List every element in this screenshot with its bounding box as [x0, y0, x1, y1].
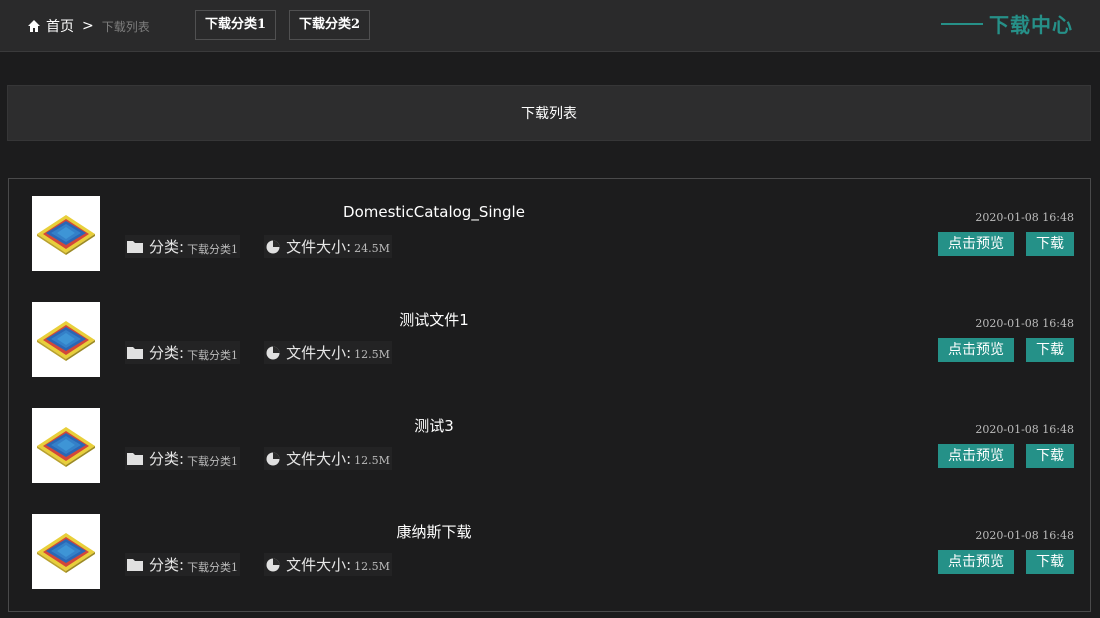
catalog-cover-icon — [37, 426, 95, 467]
category-label: 分类: — [149, 344, 185, 362]
brand-text: 下载中心 — [989, 13, 1073, 37]
file-meta: 分类: 下载分类1 文件大小: 12.5M — [125, 553, 392, 576]
file-meta: 分类: 下载分类1 文件大小: 12.5M — [125, 447, 392, 470]
category-value: 下载分类1 — [187, 560, 239, 574]
download-button[interactable]: 下载 — [1026, 338, 1074, 362]
file-name[interactable]: 测试文件1 — [229, 309, 639, 330]
category-info: 分类: 下载分类1 — [125, 341, 241, 364]
preview-button[interactable]: 点击预览 — [938, 444, 1014, 468]
list-item: 测试文件1 分类: 下载分类1 文件大小: 12.5M 2020-01-08 1… — [9, 285, 1090, 391]
upload-date: 2020-01-08 16:48 — [975, 211, 1074, 224]
size-value: 12.5M — [354, 348, 390, 361]
preview-button[interactable]: 点击预览 — [938, 232, 1014, 256]
download-button[interactable]: 下载 — [1026, 550, 1074, 574]
size-value: 12.5M — [354, 454, 390, 467]
size-info: 文件大小: 24.5M — [264, 235, 392, 258]
list-item: DomesticCatalog_Single 分类: 下载分类1 文件大小: 2… — [9, 179, 1090, 285]
category-label: 分类: — [149, 238, 185, 256]
download-list: DomesticCatalog_Single 分类: 下载分类1 文件大小: 2… — [8, 178, 1091, 612]
list-item: 测试3 分类: 下载分类1 文件大小: 12.5M 2020-01-08 16:… — [9, 391, 1090, 497]
brand-title: 下载中心 — [941, 9, 1073, 38]
section-title: 下载列表 — [7, 85, 1091, 141]
pie-chart-icon — [266, 240, 280, 253]
preview-button[interactable]: 点击预览 — [938, 338, 1014, 362]
size-info: 文件大小: 12.5M — [264, 553, 392, 576]
category-tab-1[interactable]: 下载分类1 — [195, 10, 277, 40]
size-info: 文件大小: 12.5M — [264, 447, 392, 470]
category-info: 分类: 下载分类1 — [125, 235, 241, 258]
pie-chart-icon — [266, 558, 280, 571]
action-buttons: 点击预览 下载 — [938, 444, 1074, 468]
file-thumbnail[interactable] — [32, 196, 100, 271]
catalog-cover-icon — [37, 214, 95, 255]
file-thumbnail[interactable] — [32, 408, 100, 483]
folder-icon — [127, 453, 143, 465]
size-value: 12.5M — [354, 560, 390, 573]
pie-chart-icon — [266, 452, 280, 465]
breadcrumb-home-link[interactable]: 首页 — [46, 16, 74, 36]
catalog-cover-icon — [37, 532, 95, 573]
breadcrumb-current: 下载列表 — [101, 19, 150, 34]
category-label: 分类: — [149, 556, 185, 574]
folder-icon — [127, 347, 143, 359]
size-label: 文件大小: — [286, 344, 352, 362]
size-label: 文件大小: — [286, 238, 352, 256]
file-meta: 分类: 下载分类1 文件大小: 24.5M — [125, 235, 392, 258]
category-value: 下载分类1 — [187, 242, 239, 256]
upload-date: 2020-01-08 16:48 — [975, 529, 1074, 542]
category-info: 分类: 下载分类1 — [125, 553, 241, 576]
size-info: 文件大小: 12.5M — [264, 341, 392, 364]
top-bar: 首页 > 下载列表 下载分类1 下载分类2 下载中心 — [0, 0, 1100, 52]
category-tab-2[interactable]: 下载分类2 — [289, 10, 371, 40]
preview-button[interactable]: 点击预览 — [938, 550, 1014, 574]
catalog-cover-icon — [37, 320, 95, 361]
breadcrumb-separator: > — [82, 18, 94, 34]
download-button[interactable]: 下载 — [1026, 444, 1074, 468]
brand-dash — [941, 22, 983, 25]
file-name[interactable]: 康纳斯下载 — [229, 521, 639, 542]
action-buttons: 点击预览 下载 — [938, 232, 1074, 256]
folder-icon — [127, 241, 143, 253]
size-label: 文件大小: — [286, 556, 352, 574]
upload-date: 2020-01-08 16:48 — [975, 423, 1074, 436]
category-value: 下载分类1 — [187, 454, 239, 468]
file-thumbnail[interactable] — [32, 302, 100, 377]
category-label: 分类: — [149, 450, 185, 468]
category-info: 分类: 下载分类1 — [125, 447, 241, 470]
file-thumbnail[interactable] — [32, 514, 100, 589]
breadcrumb: 首页 > 下载列表 — [27, 16, 150, 36]
upload-date: 2020-01-08 16:48 — [975, 317, 1074, 330]
download-button[interactable]: 下载 — [1026, 232, 1074, 256]
file-meta: 分类: 下载分类1 文件大小: 12.5M — [125, 341, 392, 364]
size-label: 文件大小: — [286, 450, 352, 468]
category-value: 下载分类1 — [187, 348, 239, 362]
size-value: 24.5M — [354, 242, 390, 255]
action-buttons: 点击预览 下载 — [938, 338, 1074, 362]
action-buttons: 点击预览 下载 — [938, 550, 1074, 574]
folder-icon — [127, 559, 143, 571]
file-name[interactable]: 测试3 — [229, 415, 639, 436]
home-icon[interactable] — [27, 19, 41, 33]
list-item: 康纳斯下载 分类: 下载分类1 文件大小: 12.5M 2020-01-08 1… — [9, 497, 1090, 603]
pie-chart-icon — [266, 346, 280, 359]
file-name[interactable]: DomesticCatalog_Single — [229, 203, 639, 221]
